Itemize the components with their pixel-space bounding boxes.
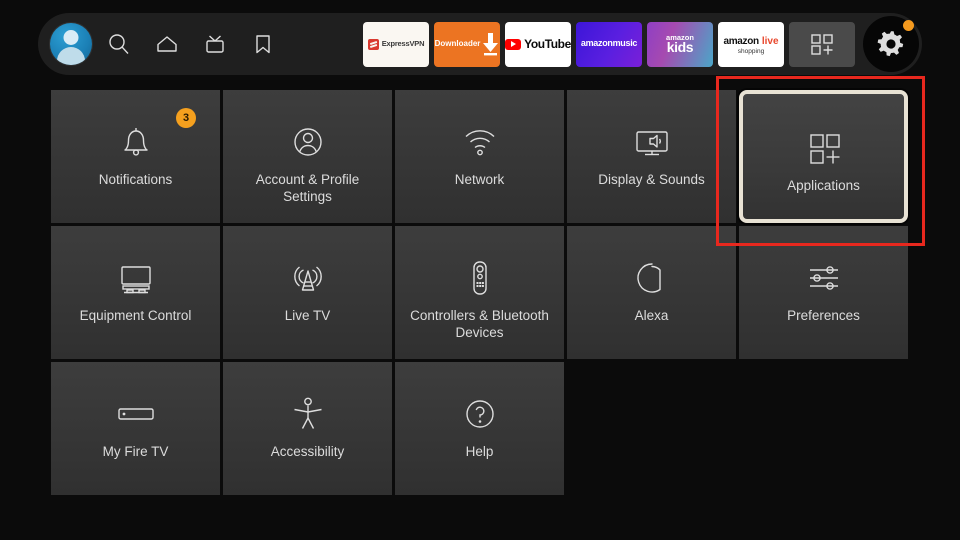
grid-empty-cell [567, 362, 736, 495]
settings-tile-my-fire-tv[interactable]: My Fire TV [51, 362, 220, 495]
settings-tile-network[interactable]: Network [395, 90, 564, 223]
home-icon [157, 36, 177, 52]
apps-grid-plus-icon [802, 124, 846, 172]
wifi-icon [458, 118, 502, 166]
app-tile-label: Downloader [434, 38, 481, 48]
accessibility-person-icon [286, 390, 330, 438]
app-tile-expressvpn[interactable]: ExpressVPN [363, 21, 429, 67]
app-tile-label: ExpressVPN [381, 39, 425, 49]
app-tile-downloader[interactable]: Downloader [434, 21, 500, 67]
notification-badge: 3 [176, 108, 196, 128]
bookmark-icon [256, 35, 270, 54]
grid-empty-cell [739, 362, 908, 495]
settings-tile-label: Preferences [787, 308, 860, 323]
youtube-play-icon [505, 38, 522, 50]
search-icon [109, 34, 129, 54]
settings-tile-equipment-control[interactable]: Equipment Control [51, 226, 220, 359]
settings-tile-label: Alexa [634, 308, 669, 323]
home-button[interactable] [143, 20, 191, 68]
avatar-body [57, 46, 85, 65]
app-tile-label-live: live [761, 35, 779, 47]
app-tile-amazon-kids[interactable]: amazon kids [647, 21, 713, 67]
settings-grid: Notifications 3 Account & Profile Settin… [51, 90, 911, 495]
app-tile-label-top: amazon [580, 38, 613, 49]
settings-tile-live-tv[interactable]: Live TV [223, 226, 392, 359]
live-tv-icon [206, 35, 224, 53]
app-tile-label-amazon: amazon [723, 35, 759, 47]
app-tile-amazon-music[interactable]: amazonmusic [576, 21, 642, 67]
app-tile-apps-grid[interactable] [789, 21, 855, 67]
apps-grid-plus-icon [811, 34, 833, 55]
alexa-ring-icon [630, 254, 674, 302]
tv-speaker-icon [628, 118, 676, 166]
settings-tile-label: Display & Sounds [598, 172, 705, 187]
fire-tv-stick-icon [110, 390, 162, 438]
settings-tile-label: Equipment Control [79, 308, 192, 323]
download-arrow-icon [483, 33, 499, 56]
settings-tile-alexa[interactable]: Alexa [567, 226, 736, 359]
settings-tile-label: Network [454, 172, 505, 187]
settings-tile-label: Accessibility [270, 444, 345, 459]
settings-tile-account-profile-settings[interactable]: Account & Profile Settings [223, 90, 392, 223]
gear-icon [877, 31, 904, 57]
settings-tile-notifications[interactable]: Notifications 3 [51, 90, 220, 223]
avatar [50, 23, 92, 65]
settings-tile-label: Notifications [98, 172, 173, 187]
search-button[interactable] [95, 20, 143, 68]
settings-tile-help[interactable]: Help [395, 362, 564, 495]
bell-icon [114, 118, 158, 166]
remote-control-icon [458, 254, 502, 302]
settings-tile-label: Controllers & Bluetooth Devices [410, 308, 549, 340]
sliders-icon [800, 254, 848, 302]
broadcast-tower-icon [286, 254, 330, 302]
settings-tile-applications[interactable]: Applications [739, 90, 908, 223]
settings-tile-display-sounds[interactable]: Display & Sounds [567, 90, 736, 223]
settings-tile-accessibility[interactable]: Accessibility [223, 362, 392, 495]
avatar-head [63, 30, 79, 46]
profile-avatar-button[interactable] [47, 20, 95, 68]
app-tile-label: YouTube [524, 36, 571, 51]
app-tile-amazon-live-shopping[interactable]: amazon live shopping [718, 21, 784, 67]
top-navigation-bar: ExpressVPN Downloader YouTube amazonmusi… [38, 13, 922, 75]
settings-tile-label: My Fire TV [102, 444, 169, 459]
app-tile-youtube[interactable]: YouTube [505, 21, 571, 67]
app-shortcut-row: ExpressVPN Downloader YouTube amazonmusi… [363, 16, 922, 72]
settings-tile-label: Help [465, 444, 494, 459]
tv-stand-icon [112, 254, 160, 302]
settings-tile-label: Account & Profile Settings [255, 172, 360, 204]
notification-dot [903, 20, 914, 31]
app-tile-label-bottom: music [612, 38, 638, 49]
expressvpn-logo-icon [367, 38, 379, 50]
watchlist-button[interactable] [239, 20, 287, 68]
nav-icon-group [38, 20, 287, 68]
settings-tile-controllers-bluetooth-devices[interactable]: Controllers & Bluetooth Devices [395, 226, 564, 359]
person-circle-icon [286, 118, 330, 166]
question-circle-icon [458, 390, 502, 438]
settings-tile-preferences[interactable]: Preferences [739, 226, 908, 359]
settings-tile-label: Applications [787, 178, 860, 193]
settings-gear-button[interactable] [863, 16, 919, 72]
app-tile-label-bottom: kids [666, 38, 694, 55]
settings-tile-label: Live TV [284, 308, 331, 323]
live-tv-button[interactable] [191, 20, 239, 68]
app-tile-label-shopping: shopping [737, 48, 765, 56]
